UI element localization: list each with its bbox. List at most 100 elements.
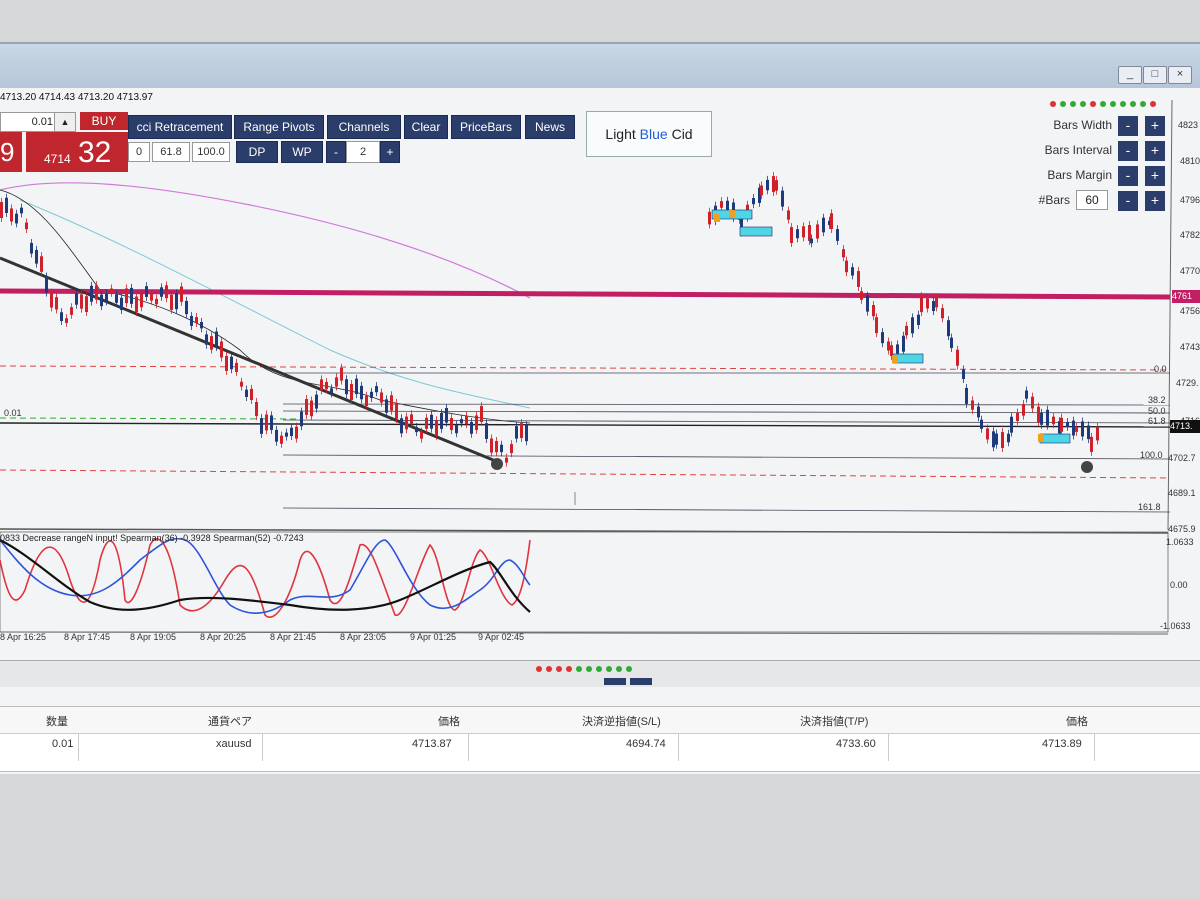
red-level-price-tag: 4761 <box>1172 290 1200 303</box>
bars-margin-label: Bars Margin <box>1047 168 1112 182</box>
fib-label-618: 61.8 <box>1148 416 1166 426</box>
legend-word-cid: Cid <box>671 126 693 142</box>
maximize-button[interactable]: □ <box>1143 66 1167 84</box>
cell-pair: xauusd <box>216 738 252 750</box>
lot-stepper[interactable]: ▲ <box>54 112 76 132</box>
cell-stoploss: 4694.74 <box>626 738 666 750</box>
bars-interval-plus-button[interactable]: + <box>1145 141 1165 161</box>
price-axis-label: 4743 <box>1180 342 1200 352</box>
bars-margin-plus-button[interactable]: + <box>1145 166 1165 186</box>
fib-retracement-button[interactable]: cci Retracement <box>128 115 232 139</box>
status-dot <box>1090 101 1096 107</box>
current-price-tag: 4713. <box>1170 420 1200 433</box>
status-dot <box>566 666 572 672</box>
time-axis-label: 8 Apr 19:05 <box>130 632 177 642</box>
close-button[interactable]: × <box>1168 66 1192 84</box>
status-dot <box>1130 101 1136 107</box>
table-row[interactable]: 0.01 xauusd 4713.87 4694.74 4733.60 4713… <box>0 734 1200 756</box>
nbars-input[interactable]: 60 <box>1076 190 1108 210</box>
fib-value-0[interactable]: 0 <box>128 142 150 162</box>
count-increase-button[interactable]: + <box>380 141 400 163</box>
minimize-button[interactable]: _ <box>1118 66 1142 84</box>
status-dot <box>616 666 622 672</box>
status-dot <box>1150 101 1156 107</box>
nbars-minus-button[interactable]: - <box>1118 191 1138 211</box>
news-button[interactable]: News <box>525 115 575 139</box>
title-bar: _ □ × <box>0 44 1200 88</box>
col-header-pair[interactable]: 通貨ペア <box>208 713 252 729</box>
buy-price-button[interactable]: 4714 32 <box>26 132 128 172</box>
status-dot <box>556 666 562 672</box>
time-axis-label: 8 Apr 16:25 <box>0 632 47 642</box>
fib-label-100: 100.0 <box>1140 450 1163 460</box>
status-dot <box>1080 101 1086 107</box>
price-axis-label: 4689.1 <box>1168 488 1196 498</box>
price-axis-label: 4823 <box>1178 120 1199 130</box>
channels-button[interactable]: Channels <box>327 115 401 139</box>
bars-width-plus-button[interactable]: + <box>1145 116 1165 136</box>
status-dot <box>1110 101 1116 107</box>
status-dot <box>606 666 612 672</box>
osc-axis-label: 1.0633 <box>1166 537 1194 547</box>
cell-current-price: 4713.89 <box>1042 738 1082 750</box>
time-axis-label: 8 Apr 23:05 <box>340 632 387 642</box>
fib-value-100[interactable]: 100.0 <box>192 142 230 162</box>
status-dot <box>1140 101 1146 107</box>
col-header-price[interactable]: 価格 <box>438 713 460 729</box>
bars-width-minus-button[interactable]: - <box>1118 116 1138 136</box>
bars-interval-label: Bars Interval <box>1044 143 1112 157</box>
lot-input[interactable]: 0.01 <box>0 112 56 132</box>
nbars-label: #Bars <box>1038 193 1070 207</box>
fib-value-618[interactable]: 61.8 <box>152 142 190 162</box>
bars-interval-minus-button[interactable]: - <box>1118 141 1138 161</box>
pricebars-button[interactable]: PriceBars <box>451 115 521 139</box>
status-dot <box>1060 101 1066 107</box>
status-dot <box>536 666 542 672</box>
buy-label[interactable]: BUY <box>80 112 128 130</box>
osc-axis-label: -1.0633 <box>1160 621 1191 631</box>
col-header-takeprofit[interactable]: 決済指値(T/P) <box>800 713 868 729</box>
range-pivots-button[interactable]: Range Pivots <box>234 115 324 139</box>
clear-button[interactable]: Clear <box>404 115 448 139</box>
count-input[interactable]: 2 <box>346 141 380 163</box>
buy-price-prefix: 4714 <box>44 152 71 166</box>
time-axis-label: 8 Apr 21:45 <box>270 632 317 642</box>
cell-quantity: 0.01 <box>52 738 74 750</box>
col-header-quantity[interactable]: 数量 <box>46 713 68 729</box>
col-header-stoploss[interactable]: 決済逆指値(S/L) <box>582 713 661 729</box>
price-axis-label: 4796 <box>1180 195 1200 205</box>
cell-takeprofit: 4733.60 <box>836 738 876 750</box>
price-axis-label: 4810 <box>1180 156 1200 166</box>
price-axis-label: 4702.7 <box>1168 453 1196 463</box>
status-dot <box>596 666 602 672</box>
nbars-plus-button[interactable]: + <box>1145 191 1165 211</box>
strip-button-2[interactable] <box>630 678 652 685</box>
bars-margin-minus-button[interactable]: - <box>1118 166 1138 186</box>
legend-word-blue: Blue <box>639 126 668 142</box>
time-axis-label: 8 Apr 20:25 <box>200 632 247 642</box>
theme-legend-box: Light Blue Cid <box>586 111 712 157</box>
status-dot <box>1050 101 1056 107</box>
strip-button-1[interactable] <box>604 678 626 685</box>
positions-table: 数量 通貨ペア 価格 決済逆指値(S/L) 決済指値(T/P) 価格 0.01 … <box>0 706 1200 772</box>
osc-axis-label: 0.00 <box>1170 580 1188 590</box>
status-dot <box>1120 101 1126 107</box>
time-axis-label: 8 Apr 17:45 <box>64 632 111 642</box>
status-dot <box>546 666 552 672</box>
legend-word-light: Light <box>605 126 636 142</box>
status-dot <box>1070 101 1076 107</box>
oscillator-legend: 0833 Decrease rangeN input! Spearman(36)… <box>0 533 304 543</box>
price-axis-label: 4729. <box>1176 378 1199 388</box>
price-axis-label: 4756 <box>1180 306 1200 316</box>
sell-price-partial[interactable]: 9 <box>0 132 22 172</box>
status-dot <box>1100 101 1106 107</box>
dp-button[interactable]: DP <box>236 141 278 163</box>
wp-button[interactable]: WP <box>281 141 323 163</box>
ohlc-readout: 4713.20 4714.43 4713.20 4713.97 <box>0 92 153 103</box>
col-header-current-price[interactable]: 価格 <box>1066 713 1088 729</box>
price-axis-label: 4675.9 <box>1168 524 1196 534</box>
count-decrease-button[interactable]: - <box>326 141 346 163</box>
status-dot <box>626 666 632 672</box>
price-axis-label: 4782 <box>1180 230 1200 240</box>
buy-price-big: 32 <box>78 136 112 169</box>
